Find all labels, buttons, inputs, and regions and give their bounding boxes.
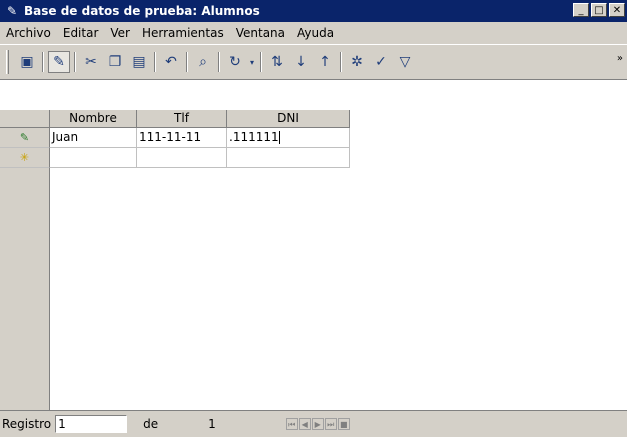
record-of-label: de	[143, 417, 159, 431]
status-bar: Registro 1 de 1 ⏮ ◀ ▶ ⏭ ■	[0, 410, 627, 437]
first-record-icon[interactable]: ⏮	[285, 418, 298, 430]
cell-dni[interactable]: .111111	[227, 128, 350, 148]
menu-editar[interactable]: Editar	[57, 23, 105, 43]
toolbar-separator	[186, 52, 188, 72]
previous-record-icon[interactable]: ◀	[298, 418, 311, 430]
cell-nombre[interactable]: Juan	[50, 128, 137, 148]
toolbar-separator	[74, 52, 76, 72]
toolbar-overflow-icon[interactable]: »	[617, 53, 623, 64]
corner-cell[interactable]	[0, 110, 50, 128]
cell-dni[interactable]	[227, 148, 350, 168]
record-navigation: ⏮ ◀ ▶ ⏭ ■	[285, 418, 350, 430]
save-icon[interactable]: ▣	[16, 51, 38, 73]
toolbar-separator	[42, 52, 44, 72]
menu-ventana[interactable]: Ventana	[230, 23, 291, 43]
close-button[interactable]: ✕	[609, 3, 625, 17]
copy-icon[interactable]: ❐	[104, 51, 126, 73]
column-header-nombre[interactable]: Nombre	[50, 110, 137, 128]
toolbar-grip[interactable]	[6, 50, 9, 74]
row-selector-column	[0, 168, 50, 410]
app-icon: ✎	[6, 4, 18, 18]
sort-icon[interactable]: ⇅	[266, 51, 288, 73]
toolbar-separator	[154, 52, 156, 72]
table-row: ✎ Juan 111-11-11 .111111	[0, 128, 350, 148]
cell-nombre[interactable]	[50, 148, 137, 168]
toolbar-separator	[218, 52, 220, 72]
menu-herramientas[interactable]: Herramientas	[136, 23, 230, 43]
menu-archivo[interactable]: Archivo	[0, 23, 57, 43]
filter-apply-icon[interactable]: ✓	[370, 51, 392, 73]
find-icon[interactable]: ⌕	[192, 51, 214, 73]
table-row-new: ✳	[0, 148, 350, 168]
edit-icon[interactable]: ✎	[48, 51, 70, 73]
filter-icon[interactable]: ▽	[394, 51, 416, 73]
sort-descending-icon[interactable]: ↑	[314, 51, 336, 73]
undo-icon[interactable]: ↶	[160, 51, 182, 73]
cut-icon[interactable]: ✂	[80, 51, 102, 73]
minimize-button[interactable]: _	[573, 3, 589, 17]
toolbar: ▣ ✎ ✂ ❐ ▤ ↶ ⌕ ↻ ▾ ⇅ ↓ ↑ ✲ ✓ ▽ »	[0, 44, 627, 80]
filter-auto-icon[interactable]: ✲	[346, 51, 368, 73]
edit-row-pencil-icon[interactable]: ✎	[0, 128, 50, 148]
sort-ascending-icon[interactable]: ↓	[290, 51, 312, 73]
menu-bar: Archivo Editar Ver Herramientas Ventana …	[0, 22, 627, 44]
column-headers: Nombre Tlf DNI	[0, 110, 350, 128]
menu-ayuda[interactable]: Ayuda	[291, 23, 340, 43]
new-record-icon[interactable]: ■	[337, 418, 350, 430]
cell-tlf[interactable]: 111-11-11	[137, 128, 227, 148]
toolbar-separator	[340, 52, 342, 72]
data-grid: Nombre Tlf DNI ✎ Juan 111-11-11 .111111 …	[0, 110, 627, 410]
maximize-button[interactable]: □	[591, 3, 607, 17]
cell-tlf[interactable]	[137, 148, 227, 168]
record-current-field[interactable]: 1	[55, 415, 128, 433]
column-header-tlf[interactable]: Tlf	[137, 110, 227, 128]
column-header-dni[interactable]: DNI	[227, 110, 350, 128]
dropdown-arrow-icon[interactable]: ▾	[248, 51, 256, 73]
next-record-icon[interactable]: ▶	[311, 418, 324, 430]
title-bar: ✎ Base de datos de prueba: Alumnos _ □ ✕	[0, 0, 627, 22]
record-total: 1	[208, 417, 216, 431]
window-controls: _ □ ✕	[573, 3, 625, 17]
last-record-icon[interactable]: ⏭	[324, 418, 337, 430]
refresh-icon[interactable]: ↻	[224, 51, 246, 73]
new-row-star-icon[interactable]: ✳	[0, 148, 50, 168]
text-cursor	[278, 131, 280, 144]
menu-ver[interactable]: Ver	[104, 23, 136, 43]
record-label: Registro	[2, 417, 52, 431]
window-title: Base de datos de prueba: Alumnos	[24, 4, 260, 18]
paste-icon[interactable]: ▤	[128, 51, 150, 73]
toolbar-separator	[260, 52, 262, 72]
